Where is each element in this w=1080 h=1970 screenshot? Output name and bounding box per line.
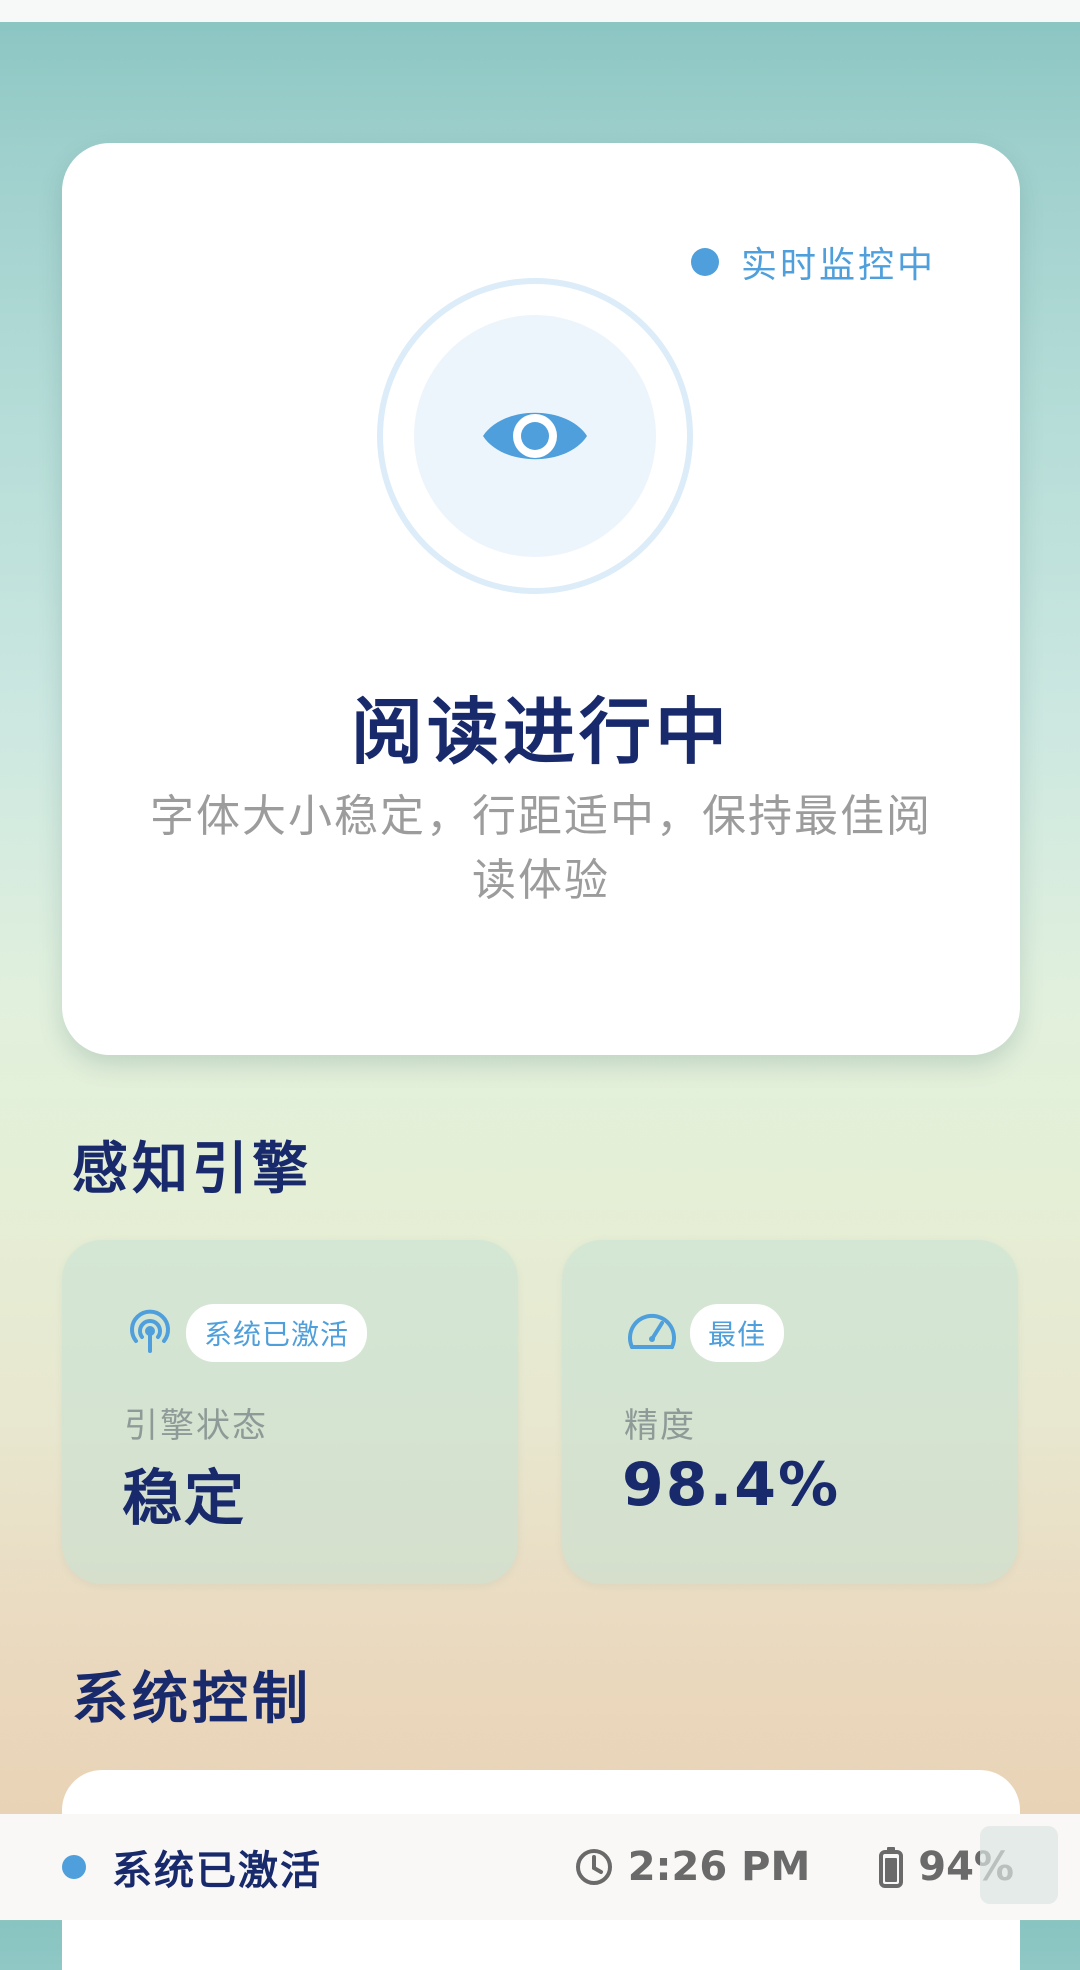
accuracy-badge: 最佳 <box>690 1304 785 1362</box>
top-edge <box>0 0 1080 22</box>
engine-status-value: 稳定 <box>122 1464 246 1534</box>
status-right-group: 2:26 PM 94% <box>574 1814 1014 1920</box>
system-status-dot <box>62 1855 86 1879</box>
live-dot <box>690 248 719 276</box>
corner-overlay <box>980 1826 1058 1904</box>
system-status: 系统已激活 <box>62 1814 322 1920</box>
eye-circle <box>414 315 656 557</box>
engine-status-header: 系统已激活 <box>124 1304 368 1362</box>
clock-icon <box>575 1849 612 1885</box>
perception-section-title: 感知引擎 <box>72 1137 312 1202</box>
reading-description: 字体大小稳定，行距适中，保持最佳阅读体验 <box>150 791 932 906</box>
live-monitor-indicator: 实时监控中 <box>690 236 936 288</box>
eye-icon <box>483 412 587 460</box>
clock-time: 2:26 PM <box>627 1844 811 1890</box>
accuracy-label: 精度 <box>624 1406 696 1446</box>
accuracy-value: 98.4% <box>622 1450 841 1520</box>
live-status-text: 实时监控中 <box>740 245 936 286</box>
eye-ring <box>377 278 693 594</box>
engine-status-label: 引擎状态 <box>124 1406 268 1446</box>
accuracy-card[interactable]: 最佳 精度 98.4% <box>562 1240 1018 1584</box>
reading-status-card: 实时监控中 阅读进行中 字体大小稳定，行距适中，保持最佳阅读体验 <box>62 143 1020 1055</box>
signal-broadcast-icon <box>130 1309 170 1353</box>
engine-status-card[interactable]: 系统已激活 引擎状态 稳定 <box>62 1240 518 1584</box>
accuracy-header: 最佳 <box>624 1304 785 1362</box>
bottom-status-bar: 系统已激活 2:26 PM 94% <box>0 1814 1080 1920</box>
speedometer-icon <box>628 1313 676 1349</box>
status-badge: 系统已激活 <box>186 1304 368 1362</box>
reading-title: 阅读进行中 <box>350 690 731 774</box>
system-status-text: 系统已激活 <box>112 1848 322 1894</box>
battery-icon <box>879 1847 904 1888</box>
control-section-title: 系统控制 <box>72 1667 312 1732</box>
